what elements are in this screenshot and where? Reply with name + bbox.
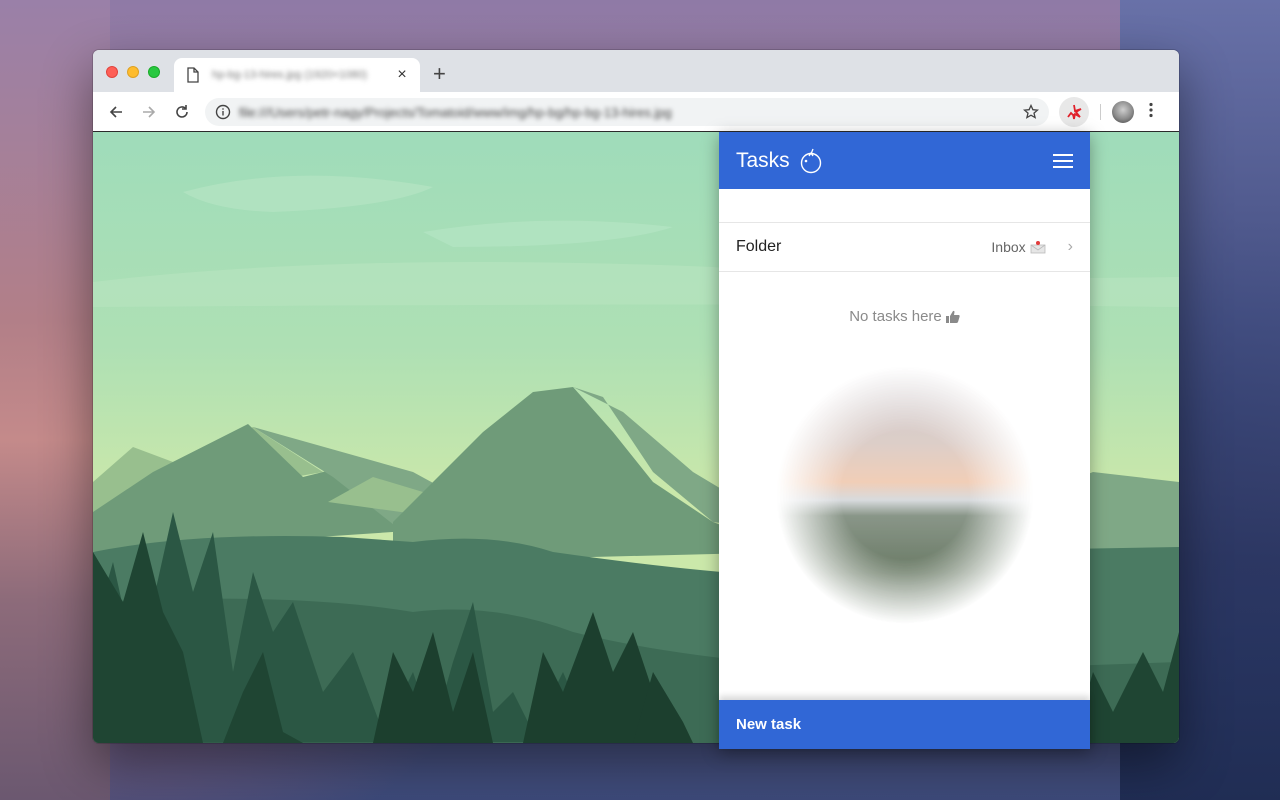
profile-avatar[interactable]	[1112, 101, 1134, 123]
tab-title: hp-bg-13-hires.jpg (1920×1080)	[212, 69, 368, 81]
vertical-dots-menu-icon[interactable]	[1149, 102, 1153, 118]
back-button[interactable]	[102, 98, 130, 126]
popup-title: Tasks	[736, 148, 790, 172]
address-bar[interactable]: file:///Users/petr-nagy/Projects/Tomatoi…	[205, 98, 1049, 126]
info-icon[interactable]	[215, 104, 231, 120]
close-tab-icon[interactable]: ×	[394, 66, 410, 84]
folder-value-text: Inbox	[991, 239, 1026, 255]
browser-tab[interactable]: hp-bg-13-hires.jpg (1920×1080) ×	[174, 58, 420, 92]
url-text[interactable]: file:///Users/petr-nagy/Projects/Tomatoi…	[239, 105, 1023, 120]
hamburger-menu-icon[interactable]	[1053, 150, 1073, 172]
toolbar-separator	[1100, 104, 1101, 120]
new-tab-button[interactable]: +	[433, 63, 446, 85]
tasks-popup: Tasks Folder Inbox › No tasks here New t…	[719, 132, 1090, 749]
popup-header: Tasks	[719, 132, 1090, 189]
thumbs-up-icon	[945, 310, 960, 323]
inbox-envelope-icon	[1030, 241, 1046, 254]
folder-value: Inbox	[991, 239, 1046, 255]
chevron-right-icon: ›	[1067, 238, 1073, 255]
reload-button[interactable]	[168, 98, 196, 126]
empty-state-text: No tasks here	[849, 308, 942, 325]
lake-photo	[774, 365, 1035, 625]
minimize-window-button[interactable]	[127, 66, 139, 78]
close-window-button[interactable]	[106, 66, 118, 78]
maximize-window-button[interactable]	[148, 66, 160, 78]
folder-selector[interactable]: Folder Inbox ›	[719, 223, 1090, 272]
tomatoid-extension-button[interactable]	[1059, 97, 1089, 127]
forward-button[interactable]	[135, 98, 163, 126]
title-bar: hp-bg-13-hires.jpg (1920×1080) × +	[93, 50, 1179, 92]
bookmark-star-icon[interactable]	[1023, 104, 1039, 120]
tomatoid-extension-icon	[1067, 104, 1082, 120]
file-icon	[187, 67, 199, 83]
new-task-button[interactable]: New task	[719, 700, 1090, 749]
arrow-left-icon	[109, 105, 122, 118]
folder-label: Folder	[736, 238, 782, 255]
arrow-right-icon	[143, 105, 156, 118]
empty-state: No tasks here	[719, 308, 1090, 325]
spacer-row	[719, 189, 1090, 223]
tomato-icon	[800, 148, 821, 173]
reload-icon	[176, 104, 188, 118]
browser-toolbar: file:///Users/petr-nagy/Projects/Tomatoi…	[93, 92, 1179, 132]
empty-state-illustration	[774, 365, 1035, 625]
